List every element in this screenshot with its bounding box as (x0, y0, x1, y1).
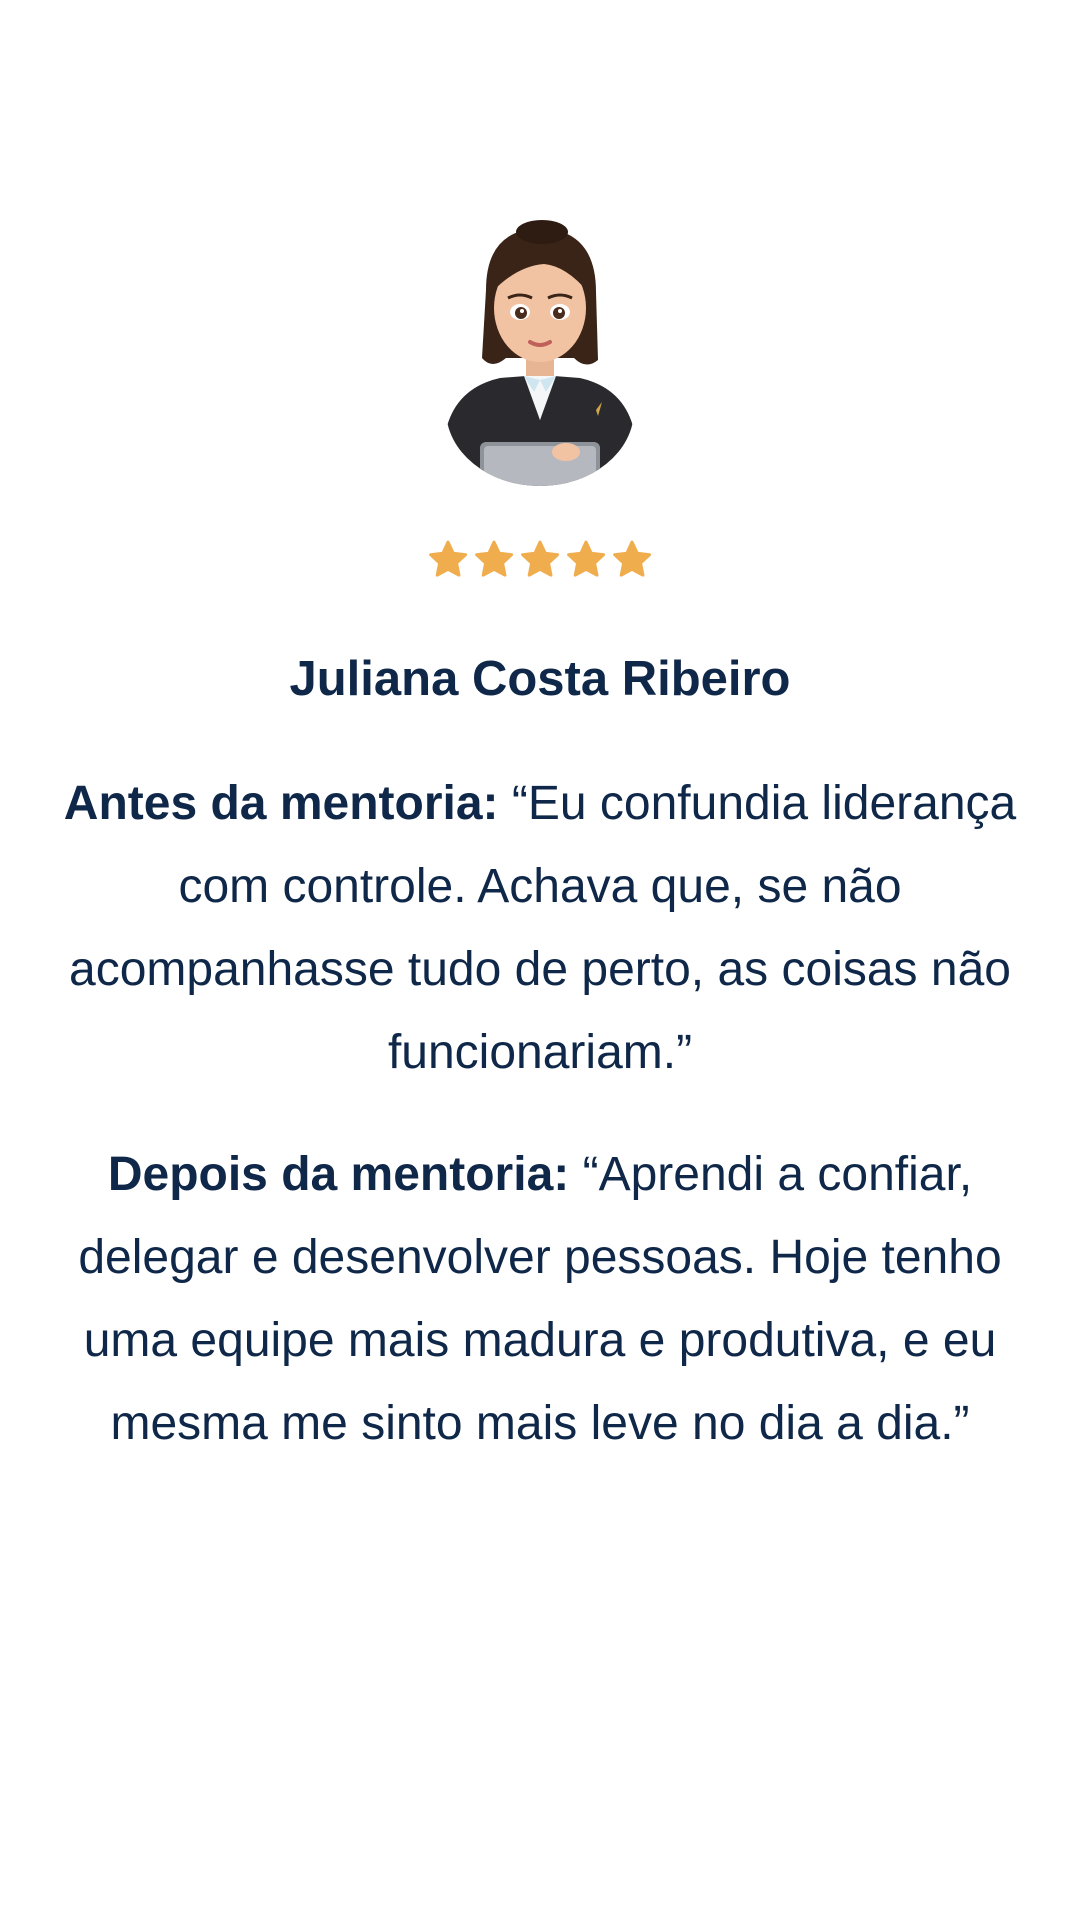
avatar-illustration (446, 220, 634, 486)
reviewer-name: Juliana Costa Ribeiro (289, 652, 791, 706)
star-icon (521, 540, 560, 577)
avatar (446, 220, 634, 486)
star-icon (429, 540, 468, 577)
before-mentoring-label: Antes da mentoria: (63, 777, 499, 830)
star-icon (613, 540, 652, 577)
after-mentoring-quote: Depois da mentoria: “Aprendi a confiar, … (50, 1133, 1030, 1465)
star-icon (475, 540, 514, 577)
star-icon (567, 540, 606, 577)
star-rating (0, 538, 1080, 588)
after-mentoring-label: Depois da mentoria: (107, 1148, 570, 1201)
testimonial-page: Juliana Costa Ribeiro Antes da mentoria:… (0, 0, 1080, 1920)
before-mentoring-quote: Antes da mentoria: “Eu confundia lideran… (50, 762, 1030, 1094)
